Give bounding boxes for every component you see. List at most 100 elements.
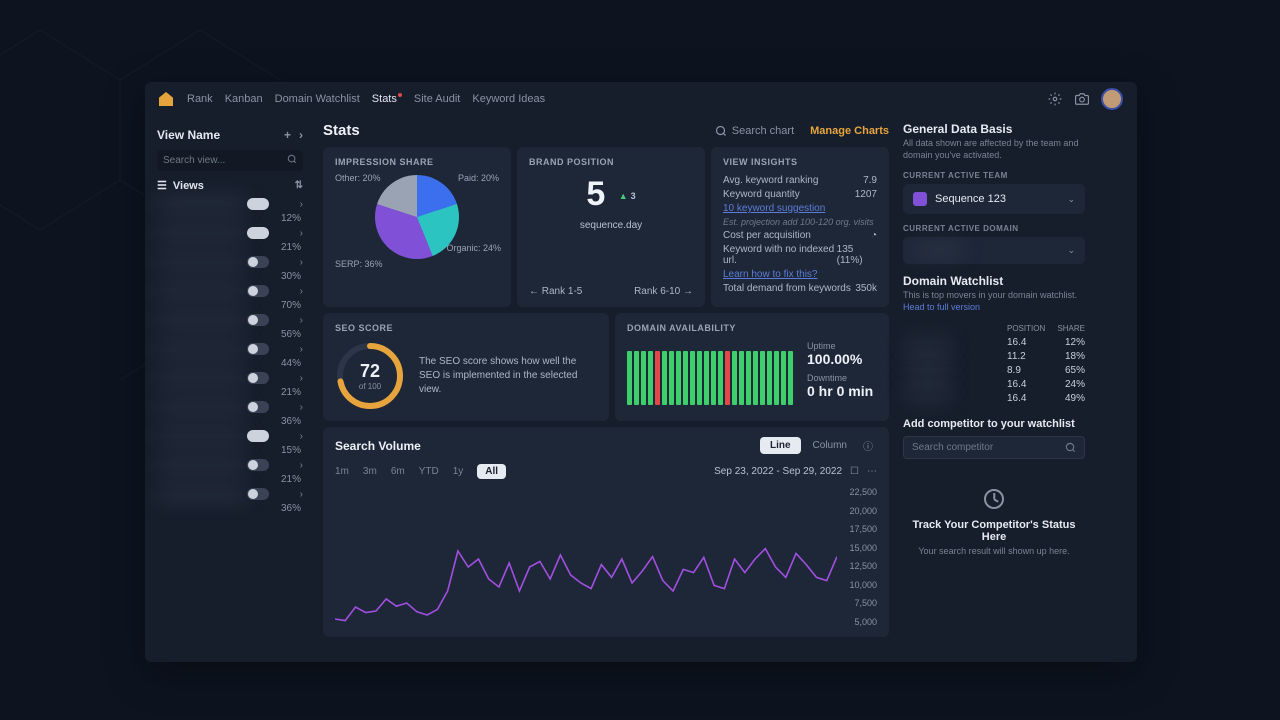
view-toggle[interactable] — [247, 256, 269, 268]
chevron-right-icon: › — [300, 315, 303, 326]
view-item[interactable]: › — [157, 285, 303, 297]
view-item[interactable]: › — [157, 198, 303, 210]
view-item[interactable]: › — [157, 314, 303, 326]
view-toggle[interactable] — [247, 372, 269, 384]
pie-label-organic: Organic: 24% — [446, 243, 501, 253]
watchlist-row[interactable]: 16.412% — [903, 337, 1085, 348]
domain-dropdown[interactable]: ⌄ — [903, 237, 1085, 264]
seo-score-desc: The SEO score shows how well the SEO is … — [419, 355, 597, 397]
watchlist-row[interactable]: 16.449% — [903, 393, 1085, 404]
uptime-bar — [718, 351, 723, 405]
view-name-blurred — [157, 199, 247, 209]
insight-row: Keyword quantity1207 — [723, 189, 877, 200]
view-name-blurred — [157, 489, 247, 499]
view-toggle[interactable] — [247, 459, 269, 471]
rank-next-button[interactable]: Rank 6-10 → — [634, 286, 693, 297]
range-3m[interactable]: 3m — [363, 466, 377, 477]
sort-icon[interactable]: ⇅ — [295, 180, 303, 191]
view-item[interactable]: › — [157, 430, 303, 442]
view-toggle[interactable] — [247, 285, 269, 297]
right-header: General Data Basis — [903, 122, 1085, 136]
manage-charts-link[interactable]: Manage Charts — [810, 125, 889, 137]
view-item[interactable]: › — [157, 372, 303, 384]
team-dropdown[interactable]: Sequence 123 ⌄ — [903, 184, 1085, 214]
view-toggle[interactable] — [247, 198, 269, 210]
insight-link[interactable]: Learn how to fix this? — [723, 269, 818, 280]
search-chart-input[interactable]: Search chart — [715, 125, 794, 137]
calendar-icon[interactable]: ☐ — [850, 466, 859, 477]
view-name-blurred — [157, 228, 247, 238]
uptime-bar — [662, 351, 667, 405]
nav-tab-kanban[interactable]: Kanban — [225, 93, 263, 105]
nav-tab-domain-watchlist[interactable]: Domain Watchlist — [275, 93, 360, 105]
view-pct: 21% — [157, 242, 303, 253]
date-range[interactable]: Sep 23, 2022 - Sep 29, 2022 — [714, 466, 842, 477]
view-item[interactable]: › — [157, 401, 303, 413]
domain-blurred — [913, 246, 963, 256]
uptime-bar — [781, 351, 786, 405]
view-pct: 36% — [157, 416, 303, 427]
pie-label-other: Other: 20% — [335, 173, 381, 183]
view-item[interactable]: › — [157, 256, 303, 268]
brand-domain: sequence.day — [529, 220, 693, 231]
watchlist-row[interactable]: 11.218% — [903, 351, 1085, 362]
chevron-right-icon: › — [300, 431, 303, 442]
pie-label-serp: SERP: 36% — [335, 259, 383, 269]
competitor-input[interactable]: Search competitor — [903, 436, 1085, 459]
team-value: Sequence 123 — [935, 193, 1006, 205]
nav-tab-site-audit[interactable]: Site Audit — [414, 93, 460, 105]
toggle-column[interactable]: Column — [803, 437, 857, 454]
uptime-label: Uptime — [807, 341, 873, 351]
seo-score-max: of 100 — [359, 382, 381, 391]
range-All[interactable]: All — [477, 464, 506, 479]
empty-state: Track Your Competitor's Status Here Your… — [903, 489, 1085, 556]
view-toggle[interactable] — [247, 488, 269, 500]
page-title: Stats — [323, 122, 360, 139]
nav-tab-stats[interactable]: Stats — [372, 93, 402, 105]
view-toggle[interactable] — [247, 227, 269, 239]
domain-availability-card: DOMAIN AVAILABILITY Uptime 100.00% Downt… — [615, 313, 889, 421]
range-6m[interactable]: 6m — [391, 466, 405, 477]
y-tick: 17,500 — [837, 524, 877, 534]
insight-row: Est. projection add 100-120 org. visits — [723, 217, 877, 227]
more-icon[interactable]: ⋯ — [867, 466, 877, 477]
nav-tab-keyword-ideas[interactable]: Keyword Ideas — [472, 93, 545, 105]
uptime-bar — [767, 351, 772, 405]
avatar[interactable] — [1101, 88, 1123, 110]
camera-icon[interactable] — [1074, 92, 1089, 107]
search-view-input[interactable]: Search view... — [157, 150, 303, 171]
view-toggle[interactable] — [247, 401, 269, 413]
view-item[interactable]: › — [157, 227, 303, 239]
view-name-blurred — [157, 344, 247, 354]
insight-link[interactable]: 10 keyword suggestion — [723, 203, 825, 214]
share-value: 65% — [1051, 365, 1085, 376]
view-toggle[interactable] — [247, 430, 269, 442]
help-icon[interactable]: ⓘ — [859, 438, 877, 453]
uptime-bar — [655, 351, 660, 405]
view-toggle[interactable] — [247, 314, 269, 326]
view-item[interactable]: › — [157, 488, 303, 500]
settings-icon[interactable] — [1047, 92, 1062, 107]
insight-row: Keyword with no indexed url.135 (11%) — [723, 244, 877, 266]
range-1m[interactable]: 1m — [335, 466, 349, 477]
view-item[interactable]: › — [157, 459, 303, 471]
range-YTD[interactable]: YTD — [419, 466, 439, 477]
domain-label: CURRENT ACTIVE DOMAIN — [903, 224, 1085, 233]
toggle-line[interactable]: Line — [760, 437, 801, 454]
brand-position-card: BRAND POSITION 5 ▲3 sequence.day ← Rank … — [517, 147, 705, 307]
watchlist-row[interactable]: 8.965% — [903, 365, 1085, 376]
add-view-icon[interactable]: + — [284, 128, 291, 142]
next-view-icon[interactable]: › — [299, 128, 303, 142]
view-item[interactable]: › — [157, 343, 303, 355]
range-1y[interactable]: 1y — [453, 466, 464, 477]
seo-score-value: 72 — [360, 361, 380, 382]
insight-row: Avg. keyword ranking7.9 — [723, 175, 877, 186]
watchlist-row[interactable]: 16.424% — [903, 379, 1085, 390]
nav-tab-rank[interactable]: Rank — [187, 93, 213, 105]
watchlist-header: Domain Watchlist — [903, 274, 1085, 288]
watchlist-link[interactable]: Head to full version — [903, 302, 980, 312]
view-toggle[interactable] — [247, 343, 269, 355]
rank-prev-button[interactable]: ← Rank 1-5 — [529, 286, 582, 297]
logo-icon[interactable] — [159, 92, 173, 106]
brand-rank: 5 — [586, 175, 605, 213]
